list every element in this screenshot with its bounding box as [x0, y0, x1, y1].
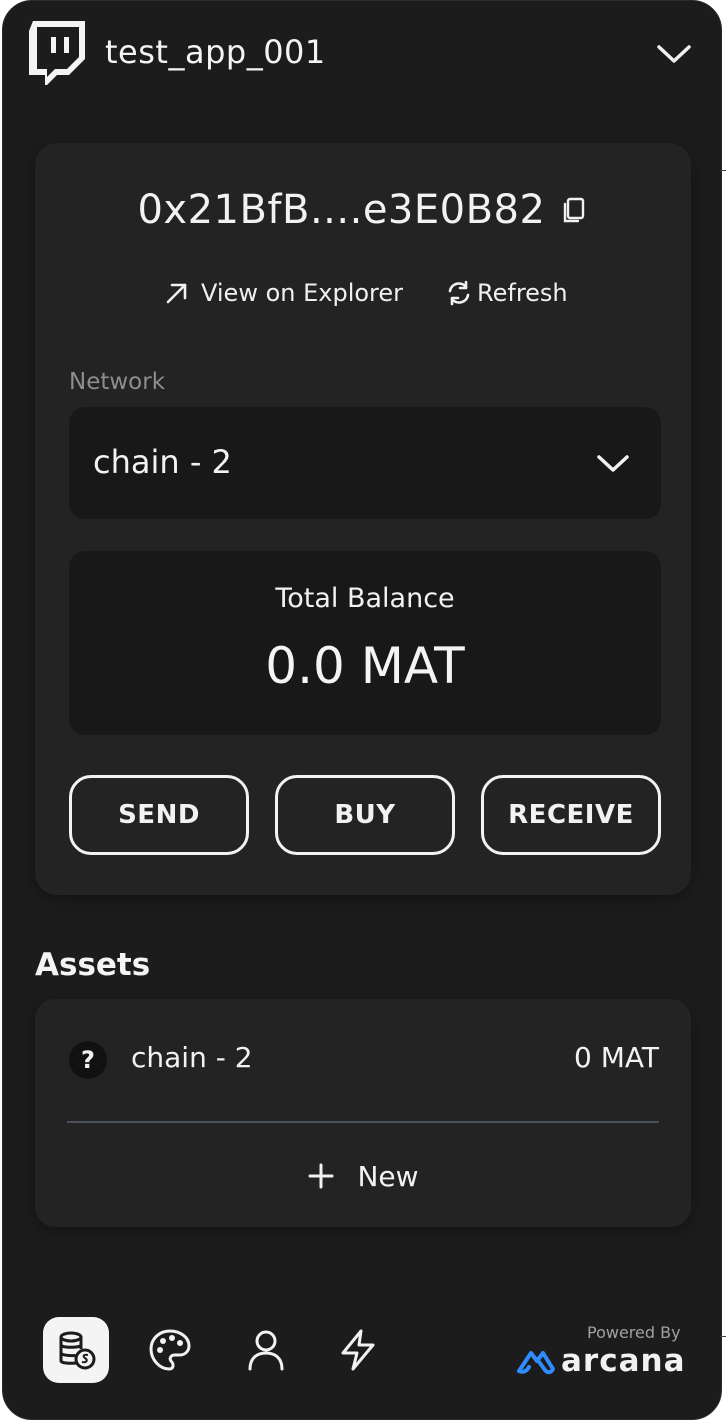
arcana-mark-icon	[517, 1351, 555, 1375]
arrow-up-right-icon	[166, 283, 187, 304]
asset-name: chain - 2	[131, 1041, 253, 1074]
total-balance-label: Total Balance	[275, 583, 455, 614]
total-balance-value: 0.0 MAT	[265, 637, 465, 695]
network-selected-value: chain - 2	[93, 443, 232, 481]
wallet-panel: test_app_001 0x21BfB....e3E0B82 View on …	[2, 0, 722, 1420]
refresh-button[interactable]: Refresh	[445, 279, 568, 307]
new-asset-label: New	[357, 1159, 419, 1193]
links-row: View on Explorer Refresh	[35, 279, 691, 315]
total-balance-box: Total Balance 0.0 MAT	[69, 551, 661, 735]
copy-icon[interactable]	[559, 195, 589, 225]
wallet-card: 0x21BfB....e3E0B82 View on Explorer Refr…	[35, 143, 691, 895]
twitch-icon	[29, 21, 85, 85]
network-select[interactable]: chain - 2	[69, 407, 661, 519]
send-button[interactable]: SEND	[69, 775, 249, 855]
nav-theme[interactable]	[137, 1317, 203, 1383]
plus-icon	[308, 1163, 334, 1189]
app-name: test_app_001	[105, 33, 326, 71]
assets-card: ? chain - 2 0 MAT New	[35, 999, 691, 1227]
arcana-logo: arcana	[515, 1343, 686, 1379]
arcana-brand-text: arcana	[561, 1343, 686, 1379]
wallet-address: 0x21BfB....e3E0B82	[137, 187, 546, 233]
receive-button[interactable]: RECEIVE	[481, 775, 661, 855]
buy-button[interactable]: BUY	[275, 775, 455, 855]
refresh-icon	[448, 280, 470, 306]
view-on-explorer-link[interactable]: View on Explorer	[163, 279, 403, 307]
bottom-nav: Powered By arcana	[3, 1311, 721, 1391]
action-buttons: SEND BUY RECEIVE	[69, 775, 661, 855]
view-on-explorer-label: View on Explorer	[201, 279, 404, 307]
address-row: 0x21BfB....e3E0B82	[35, 187, 691, 233]
add-new-asset-button[interactable]: New	[35, 1151, 691, 1201]
user-icon	[248, 1330, 284, 1371]
assets-title: Assets	[35, 947, 151, 983]
refresh-label: Refresh	[477, 279, 568, 307]
network-label: Network	[69, 369, 166, 395]
nav-activity[interactable]	[325, 1317, 391, 1383]
palette-icon	[149, 1329, 191, 1371]
edge-line	[720, 1336, 726, 1337]
header: test_app_001	[3, 1, 721, 111]
asset-row[interactable]: ? chain - 2 0 MAT	[35, 999, 691, 1119]
chevron-down-icon[interactable]	[655, 39, 693, 67]
powered-by-label: Powered By	[587, 1323, 681, 1342]
coins-icon	[59, 1331, 96, 1370]
asset-balance: 0 MAT	[574, 1041, 659, 1074]
nav-assets[interactable]	[43, 1317, 109, 1383]
edge-line	[720, 170, 726, 171]
question-icon: ?	[69, 1041, 107, 1079]
chevron-down-icon	[597, 455, 629, 472]
nav-profile[interactable]	[233, 1317, 299, 1383]
lightning-icon	[341, 1329, 375, 1371]
divider	[67, 1121, 659, 1123]
